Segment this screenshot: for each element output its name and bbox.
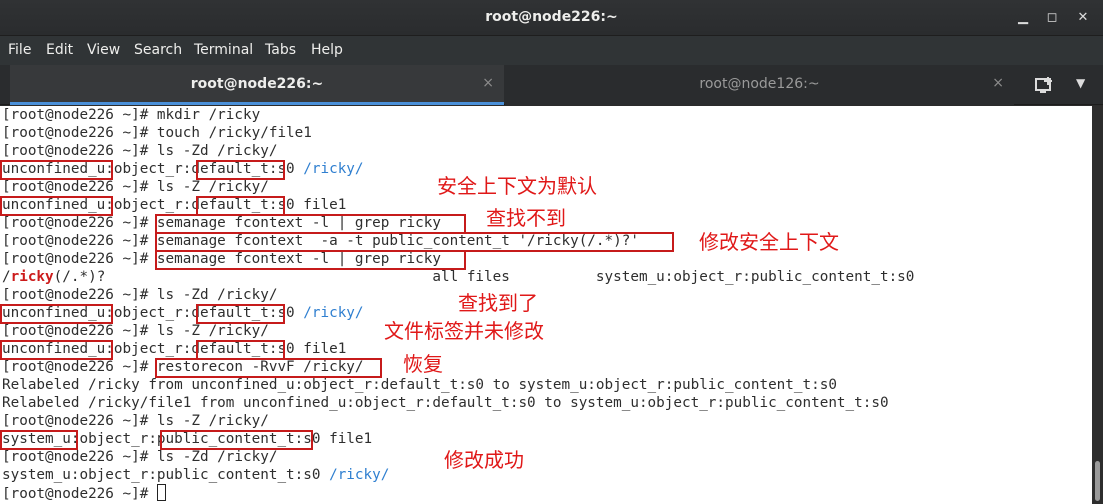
annotation-restore: 恢复	[401, 351, 473, 377]
annotation-modify-context: 修改安全上下文	[697, 229, 864, 255]
text-cursor	[156, 484, 166, 501]
terminal-line: unconfined_u:object_r:default_t:s0 file1	[2, 341, 347, 357]
tab-close-icon[interactable]: ×	[992, 75, 1004, 91]
terminal-line: system_u:object_r:public_content_t:s0 fi…	[2, 431, 373, 447]
terminal-line: [root@node226 ~]# ls -Z /ricky/	[2, 323, 269, 339]
context-text: unconfined_u:object_r:default_t:s0	[2, 161, 304, 177]
annotation-success: 修改成功	[442, 447, 635, 473]
terminal-line: [root@node226 ~]# ls -Zd /ricky/	[2, 449, 278, 465]
menu-search[interactable]: Search	[134, 42, 182, 58]
directory-name: /ricky/	[303, 305, 364, 321]
terminal-line: [root@node226 ~]# semanage fcontext -l |…	[2, 215, 441, 231]
grep-match: ricky	[10, 269, 54, 285]
fcontext-entry: (/.*)? all files system_u:object_r:publi…	[53, 269, 915, 285]
tab-close-icon[interactable]: ×	[482, 75, 494, 91]
chevron-down-icon[interactable]: ▼	[1076, 76, 1085, 90]
terminal-line: unconfined_u:object_r:default_t:s0 file1	[2, 197, 347, 213]
menu-bar: File Edit View Search Terminal Tabs Help	[0, 36, 1103, 65]
terminal-line: [root@node226 ~]# ls -Z /ricky/	[2, 413, 269, 429]
annotation-found: 查找到了	[456, 290, 561, 316]
menu-tabs[interactable]: Tabs	[265, 42, 296, 58]
terminal-line: [root@node226 ~]# restorecon -RvvF /rick…	[2, 359, 364, 375]
annotation-default-context: 安全上下文为默认	[435, 173, 627, 199]
menu-file[interactable]: File	[8, 42, 31, 58]
terminal-line: Relabeled /ricky/file1 from unconfined_u…	[2, 395, 889, 411]
scrollbar-thumb[interactable]	[1095, 461, 1100, 501]
menu-help[interactable]: Help	[311, 42, 343, 58]
terminal-line: unconfined_u:object_r:default_t:s0 /rick…	[2, 160, 364, 178]
scrollbar[interactable]	[1092, 106, 1103, 504]
terminal-line: Relabeled /ricky from unconfined_u:objec…	[2, 377, 837, 393]
terminal-prompt-line[interactable]: [root@node226 ~]#	[2, 484, 166, 502]
terminal-line: [root@node226 ~]# ls -Zd /ricky/	[2, 143, 278, 159]
tab-label: root@node226:~	[190, 76, 324, 92]
terminal-line: [root@node226 ~]# semanage fcontext -l |…	[2, 251, 441, 267]
annotation-label-unchanged: 文件标签并未修改	[382, 318, 577, 344]
new-tab-icon[interactable]	[1033, 74, 1055, 96]
context-text: system_u:object_r:public_content_t:s0	[2, 467, 330, 483]
annotation-not-found: 查找不到	[484, 205, 677, 231]
terminal-line: [root@node226 ~]# mkdir /ricky	[2, 107, 261, 123]
terminal-line: [root@node226 ~]# touch /ricky/file1	[2, 125, 312, 141]
tab-node226[interactable]: root@node226:~ ×	[10, 65, 504, 105]
directory-name: /ricky/	[329, 467, 390, 483]
terminal-line: [root@node226 ~]# semanage fcontext -a -…	[2, 233, 639, 249]
menu-view[interactable]: View	[87, 42, 120, 58]
terminal-line: /ricky(/.*)? all files system_u:object_r…	[2, 268, 914, 286]
directory-name: /ricky/	[303, 161, 364, 177]
terminal-line: system_u:object_r:public_content_t:s0 /r…	[2, 466, 389, 484]
menu-terminal[interactable]: Terminal	[194, 42, 253, 58]
terminal-line: unconfined_u:object_r:default_t:s0 /rick…	[2, 304, 364, 322]
terminal-line: [root@node226 ~]# ls -Zd /ricky/	[2, 287, 278, 303]
prompt: [root@node226 ~]#	[2, 486, 157, 502]
window-title: root@node226:~	[485, 9, 618, 25]
minimize-icon[interactable]: ▁	[1015, 10, 1031, 26]
tab-label: root@node126:~	[699, 76, 820, 92]
path-prefix: /	[2, 269, 11, 285]
tab-node126[interactable]: root@node126:~ ×	[505, 65, 1014, 105]
maximize-icon[interactable]: ◻	[1044, 10, 1060, 26]
close-icon[interactable]: ✕	[1075, 10, 1091, 26]
terminal-line: [root@node226 ~]# ls -Z /ricky/	[2, 179, 269, 195]
menu-edit[interactable]: Edit	[46, 42, 73, 58]
context-text: unconfined_u:object_r:default_t:s0	[2, 305, 304, 321]
tab-bar: root@node226:~ × root@node126:~ ×	[0, 65, 1103, 105]
window-titlebar: root@node226:~ ▁ ◻ ✕	[0, 0, 1103, 36]
